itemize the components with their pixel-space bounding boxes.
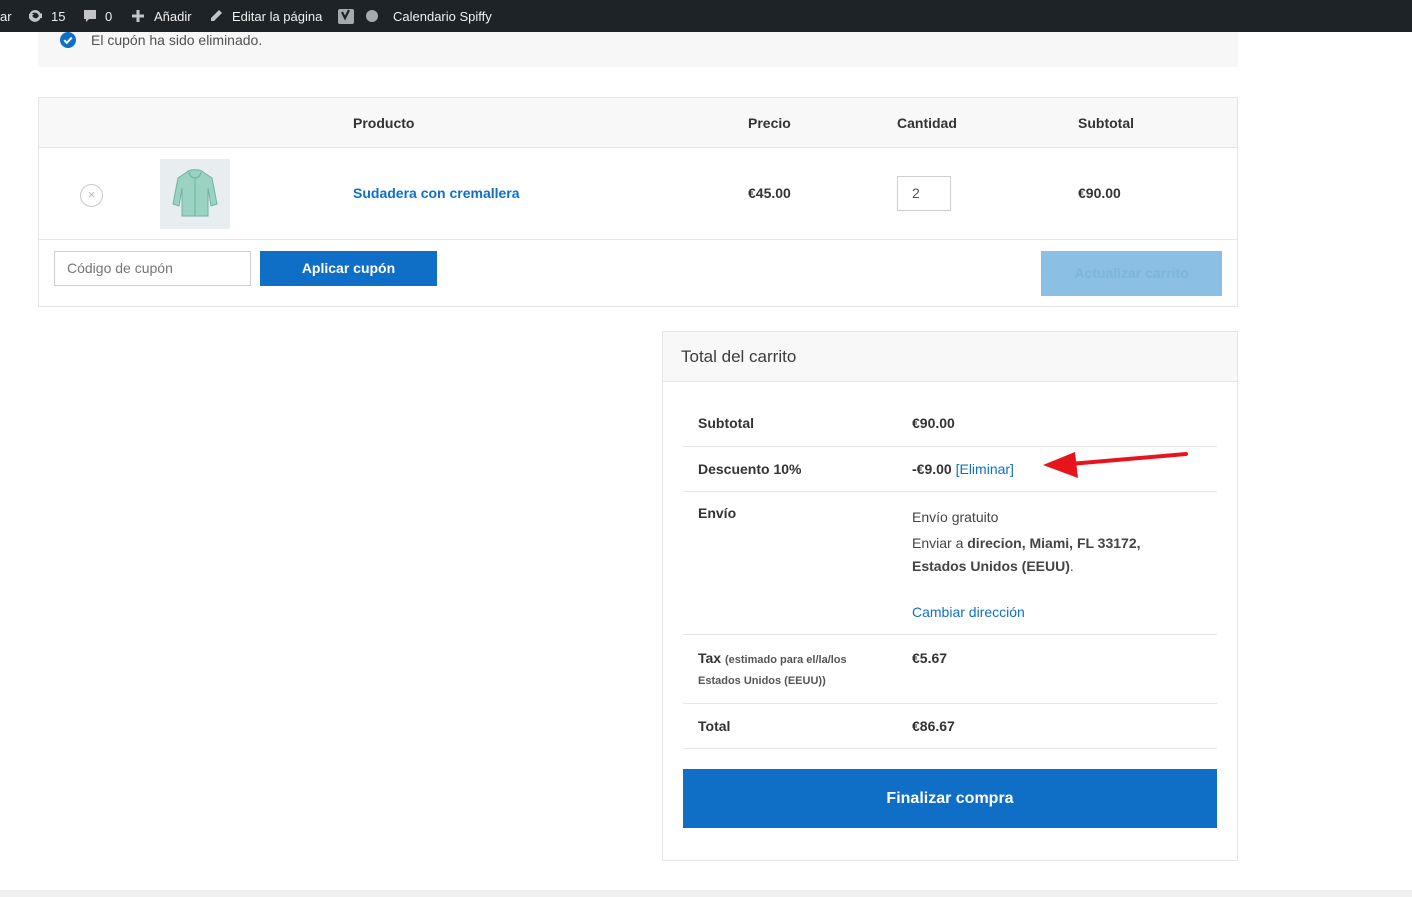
totals-shipping-row: Envío Envío gratuito Enviar a direcion, … bbox=[683, 492, 1217, 635]
updates-count: 15 bbox=[51, 8, 66, 24]
header-product: Producto bbox=[353, 115, 415, 131]
header-subtotal: Subtotal bbox=[1078, 115, 1134, 131]
totals-total-row: Total €86.67 bbox=[683, 704, 1217, 749]
header-quantity: Cantidad bbox=[897, 115, 957, 131]
adminbar-comments[interactable]: 0 bbox=[82, 0, 112, 32]
annotation-arrow-icon bbox=[1043, 452, 1188, 478]
cart-item-row: × Sudadera con cremallera €45.00 2 €90.0… bbox=[39, 148, 1237, 240]
totals-subtotal-row: Subtotal €90.00 bbox=[683, 402, 1217, 447]
comments-count: 0 bbox=[105, 8, 113, 24]
change-address-link[interactable]: Cambiar dirección bbox=[912, 604, 1025, 620]
cart-totals: Total del carrito Subtotal €90.00 Descue… bbox=[662, 331, 1238, 861]
total-value: €86.67 bbox=[912, 718, 955, 734]
ship-to-address-line2: Estados Unidos (EEUU) bbox=[912, 558, 1070, 574]
cart-table-header: Producto Precio Cantidad Subtotal bbox=[39, 98, 1237, 148]
checkout-button[interactable]: Finalizar compra bbox=[683, 769, 1217, 828]
totals-tax-row: Tax (estimado para el/la/los Estados Uni… bbox=[683, 635, 1217, 704]
add-label: Añadir bbox=[154, 8, 192, 24]
adminbar-yoast[interactable] bbox=[337, 0, 378, 32]
comments-icon bbox=[82, 8, 98, 24]
admin-bar: ar 15 0 Añadir Editar la página Calendar… bbox=[0, 0, 1412, 32]
remove-coupon-link[interactable]: [Eliminar] bbox=[956, 461, 1014, 477]
plus-icon bbox=[131, 9, 145, 23]
subtotal-value: €90.00 bbox=[912, 415, 955, 431]
page-bottom-bar bbox=[0, 890, 1412, 897]
coupon-removed-notice: El cupón ha sido eliminado. bbox=[38, 32, 1238, 67]
adminbar-add-new[interactable]: Añadir bbox=[131, 0, 192, 32]
apply-coupon-button[interactable]: Aplicar cupón bbox=[260, 251, 437, 286]
notice-text: El cupón ha sido eliminado. bbox=[91, 32, 263, 48]
ship-to-suffix: . bbox=[1069, 558, 1074, 574]
discount-value: -€9.00 bbox=[912, 461, 952, 477]
adminbar-edit-page[interactable]: Editar la página bbox=[208, 0, 322, 32]
adminbar-calendar[interactable]: Calendario Spiffy bbox=[393, 0, 492, 32]
remove-item-button[interactable]: × bbox=[80, 184, 103, 207]
product-thumbnail[interactable] bbox=[160, 159, 230, 229]
cart-totals-title: Total del carrito bbox=[663, 332, 1237, 382]
coupon-code-input[interactable]: Código de cupón bbox=[54, 251, 251, 286]
quantity-input[interactable]: 2 bbox=[897, 176, 951, 211]
adminbar-updates[interactable]: 15 bbox=[26, 0, 65, 32]
tax-note-line1: (estimado para el/la/los bbox=[724, 654, 847, 666]
yoast-icon bbox=[337, 7, 355, 25]
product-price: €45.00 bbox=[748, 185, 791, 201]
status-dot-icon bbox=[366, 10, 378, 22]
product-name-link[interactable]: Sudadera con cremallera bbox=[353, 185, 520, 201]
ship-to-prefix: Enviar a bbox=[912, 535, 968, 551]
hoodie-icon bbox=[160, 169, 230, 233]
pencil-icon bbox=[208, 8, 224, 24]
header-price: Precio bbox=[748, 115, 791, 131]
adminbar-cut-item[interactable]: ar bbox=[0, 0, 12, 32]
updates-icon bbox=[26, 7, 44, 25]
shipping-method: Envío gratuito bbox=[912, 509, 999, 525]
ship-to-address-line1: direcion, Miami, FL 33172, bbox=[967, 535, 1141, 551]
update-cart-button[interactable]: Actualizar carrito bbox=[1041, 251, 1222, 296]
check-circle-icon bbox=[60, 32, 76, 48]
cart-table: Producto Precio Cantidad Subtotal × Suda… bbox=[38, 97, 1238, 307]
tax-note-line2: Estados Unidos (EEUU)) bbox=[698, 675, 826, 687]
subtotal-label: Subtotal bbox=[698, 415, 754, 431]
tax-value: €5.67 bbox=[912, 650, 948, 666]
row-subtotal: €90.00 bbox=[1078, 185, 1121, 201]
total-label: Total bbox=[698, 718, 731, 734]
tax-label: Tax bbox=[698, 650, 722, 666]
discount-label: Descuento 10% bbox=[698, 461, 802, 477]
edit-label: Editar la página bbox=[232, 8, 323, 24]
shipping-label: Envío bbox=[698, 505, 737, 521]
